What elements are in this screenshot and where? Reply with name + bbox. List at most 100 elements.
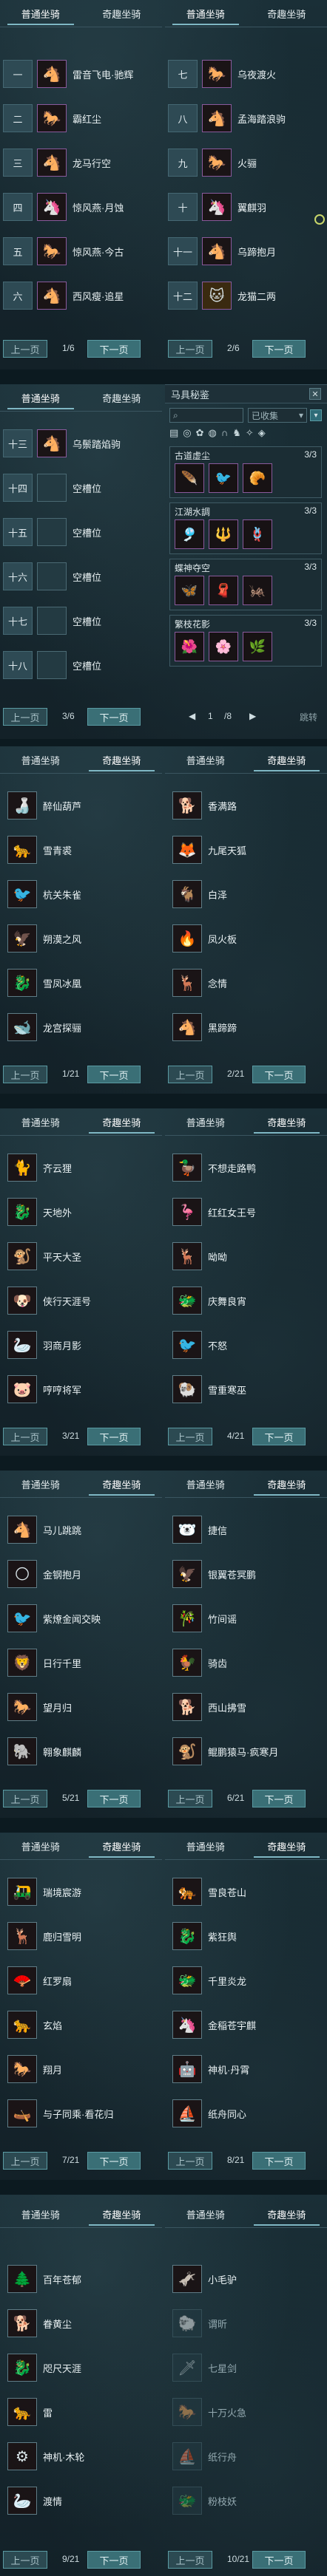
- next-page-button[interactable]: 下一页: [87, 2152, 141, 2170]
- list-item[interactable]: 🔥 凤火板: [165, 922, 327, 956]
- list-item[interactable]: 🐻‍❄️ 捷信: [165, 1513, 327, 1547]
- list-item[interactable]: 🐉 天地外: [0, 1196, 162, 1230]
- set-group[interactable]: 蝶神夺空 3/3 🦋 🧣 🦗: [169, 559, 322, 610]
- list-item[interactable]: 🐓 骑齿: [165, 1646, 327, 1680]
- tab-fun-mounts[interactable]: 奇趣坐骑: [81, 1471, 163, 1497]
- list-item[interactable]: 十三 🐴 乌鬃踏焰驹: [0, 427, 162, 461]
- tab-fun-mounts[interactable]: 奇趣坐骑: [81, 2201, 163, 2227]
- list-item[interactable]: 🐐 白泽: [165, 878, 327, 912]
- tab-normal-mounts[interactable]: 普通坐骑: [165, 1833, 246, 1859]
- list-item[interactable]: 🗡 七星剑: [165, 2351, 327, 2385]
- list-item[interactable]: 🐕 眷黄尘: [0, 2307, 162, 2341]
- list-item[interactable]: 十四 空槽位: [0, 471, 162, 505]
- list-item[interactable]: 🦆 不想走路鸭: [165, 1151, 327, 1185]
- saddle-category-icon[interactable]: ◎: [183, 427, 191, 442]
- chevron-left-icon[interactable]: ◀: [189, 711, 195, 721]
- list-item[interactable]: 十七 空槽位: [0, 604, 162, 638]
- list-item[interactable]: 十五 空槽位: [0, 516, 162, 550]
- list-item[interactable]: 🦢 羽商月影: [0, 1329, 162, 1363]
- list-item[interactable]: 🐦 紫燎金闻交映: [0, 1602, 162, 1636]
- rein-icon[interactable]: 🦗: [243, 576, 272, 605]
- horseshoe-category-icon[interactable]: ∩: [221, 427, 228, 442]
- list-item[interactable]: 🦁 日行千里: [0, 1646, 162, 1680]
- list-item[interactable]: 八 🐴 孟海踏浪驹: [165, 102, 327, 136]
- list-item[interactable]: 🐎 望月归: [0, 1691, 162, 1725]
- ornament-icon[interactable]: 🔱: [209, 519, 238, 549]
- next-page-button[interactable]: 下一页: [252, 1790, 306, 1807]
- list-item[interactable]: 十一 🐴 乌蹄抱月: [165, 235, 327, 269]
- set-group[interactable]: 繁枝花影 3/3 🌺 🌸 🌿: [169, 615, 322, 667]
- list-item[interactable]: 🐎 翔月: [0, 2053, 162, 2087]
- prev-page-button[interactable]: 上一页: [3, 2551, 47, 2569]
- saddle-icon[interactable]: 🎐: [175, 519, 204, 549]
- rein-category-icon[interactable]: ◍: [209, 427, 217, 442]
- prev-page-button[interactable]: 上一页: [168, 2551, 212, 2569]
- next-page-button[interactable]: 下一页: [252, 2551, 306, 2569]
- prev-page-button[interactable]: 上一页: [3, 1790, 47, 1807]
- saddle-icon[interactable]: 🦋: [175, 576, 204, 605]
- tab-fun-mounts[interactable]: 奇趣坐骑: [246, 0, 327, 27]
- tab-normal-mounts[interactable]: 普通坐骑: [165, 0, 246, 27]
- prev-page-button[interactable]: 上一页: [3, 708, 47, 726]
- list-item[interactable]: 🐅 雪良苍山: [165, 1875, 327, 1909]
- tab-normal-mounts[interactable]: 普通坐骑: [0, 1108, 81, 1135]
- list-item[interactable]: 🪭 红罗扇: [0, 1964, 162, 1998]
- list-item[interactable]: 三 🐴 龙马行空: [0, 146, 162, 180]
- tab-fun-mounts[interactable]: 奇趣坐骑: [81, 0, 163, 27]
- list-item[interactable]: 🐦 不怒: [165, 1329, 327, 1363]
- rein-icon[interactable]: 🌿: [243, 632, 272, 661]
- list-item[interactable]: 🐕 西山拂雪: [165, 1691, 327, 1725]
- next-page-button[interactable]: 下一页: [87, 1066, 141, 1083]
- next-page-button[interactable]: 下一页: [87, 708, 141, 726]
- next-page-button[interactable]: 下一页: [87, 1428, 141, 1445]
- tab-normal-mounts[interactable]: 普通坐骑: [0, 1471, 81, 1497]
- tab-fun-mounts[interactable]: 奇趣坐骑: [246, 1833, 327, 1859]
- list-item[interactable]: 🐒 平天大圣: [0, 1240, 162, 1274]
- list-item[interactable]: 🦌 鹿归雪明: [0, 1920, 162, 1954]
- list-item[interactable]: 七 🐎 乌夜渡火: [165, 58, 327, 92]
- prev-page-button[interactable]: 上一页: [168, 2152, 212, 2170]
- list-item[interactable]: 🐋 龙宫探骊: [0, 1011, 162, 1045]
- next-page-button[interactable]: 下一页: [87, 1790, 141, 1807]
- list-item[interactable]: 十八 空槽位: [0, 649, 162, 683]
- tab-fun-mounts[interactable]: 奇趣坐骑: [81, 746, 163, 773]
- list-item[interactable]: 🦌 呦呦: [165, 1240, 327, 1274]
- list-item[interactable]: 二 🐎 霸红尘: [0, 102, 162, 136]
- list-item[interactable]: 十六 空槽位: [0, 560, 162, 594]
- tail-category-icon[interactable]: ✧: [246, 427, 254, 442]
- ornament-icon[interactable]: 🐦: [209, 463, 238, 493]
- list-item[interactable]: 🎋 竹间谣: [165, 1602, 327, 1636]
- tab-normal-mounts[interactable]: 普通坐骑: [165, 1471, 246, 1497]
- next-page-button[interactable]: 下一页: [87, 340, 141, 358]
- tab-fun-mounts[interactable]: 奇趣坐骑: [246, 1108, 327, 1135]
- gear-icon[interactable]: [314, 214, 325, 225]
- list-item[interactable]: 🐴 马儿跳跳: [0, 1513, 162, 1547]
- list-item[interactable]: 🐉 紫狂舆: [165, 1920, 327, 1954]
- list-item[interactable]: 🤖 神机·丹霄: [165, 2053, 327, 2087]
- list-item[interactable]: 🐉 咫尺天涯: [0, 2351, 162, 2385]
- list-item[interactable]: 🐦 杭关朱雀: [0, 878, 162, 912]
- list-item[interactable]: 🐷 哼哼将军: [0, 1373, 162, 1407]
- list-item[interactable]: ⛵ 纸舟同心: [165, 2097, 327, 2131]
- list-item[interactable]: 🛺 瑞境宸游: [0, 1875, 162, 1909]
- set-group[interactable]: 江湖水調 3/3 🎐 🔱 🪢: [169, 502, 322, 554]
- next-page-button[interactable]: 下一页: [252, 1066, 306, 1083]
- list-item[interactable]: 🦄 金稲苍宇麒: [165, 2008, 327, 2042]
- list-item[interactable]: 🐴 黑蹄蹄: [165, 1011, 327, 1045]
- list-item[interactable]: 九 🐎 火骊: [165, 146, 327, 180]
- list-item[interactable]: 🐶 侠行天涯号: [0, 1284, 162, 1318]
- list-item[interactable]: 🐈 齐云狸: [0, 1151, 162, 1185]
- prev-page-button[interactable]: 上一页: [168, 1790, 212, 1807]
- set-category-icon[interactable]: ◈: [258, 427, 266, 442]
- list-item[interactable]: 五 🐎 惊风燕·今古: [0, 235, 162, 269]
- list-item[interactable]: 🐆 雪青裘: [0, 834, 162, 868]
- list-item[interactable]: ⛵ 纸行舟: [165, 2440, 327, 2474]
- list-item[interactable]: 🐎 十万火急: [165, 2396, 327, 2430]
- list-item[interactable]: 十二 🐱 龙猫二两: [165, 279, 327, 313]
- tab-normal-mounts[interactable]: 普通坐骑: [0, 1833, 81, 1859]
- list-item[interactable]: 一 🐴 雷音飞电·驰辉: [0, 58, 162, 92]
- list-item[interactable]: 🦊 九尾天狐: [165, 834, 327, 868]
- tab-fun-mounts[interactable]: 奇趣坐骑: [81, 1108, 163, 1135]
- list-item[interactable]: 🐆 雷: [0, 2396, 162, 2430]
- page-current[interactable]: 1: [208, 711, 213, 721]
